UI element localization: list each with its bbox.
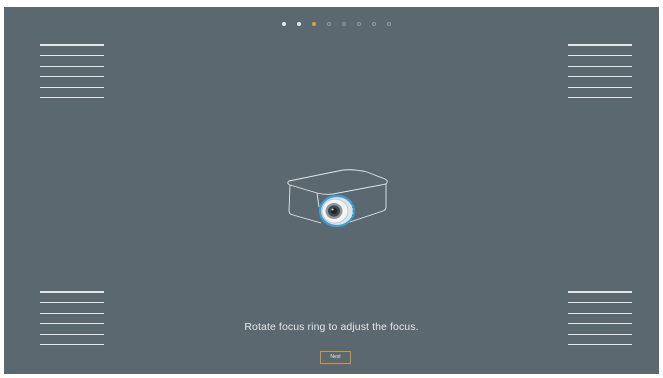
projector-icon <box>287 169 388 228</box>
pagination-dot <box>357 22 361 26</box>
focus-pattern-top-left <box>40 44 104 98</box>
instruction-text: Rotate focus ring to adjust the focus. <box>244 321 419 333</box>
pagination-dot <box>297 22 301 26</box>
pagination-dot <box>327 22 331 26</box>
pagination-dot <box>342 22 346 26</box>
focus-pattern-bottom-left <box>40 291 104 345</box>
pagination-dots <box>282 22 391 26</box>
next-button[interactable]: Next <box>320 351 351 364</box>
pagination-dot <box>387 22 391 26</box>
pagination-dot <box>282 22 286 26</box>
focus-pattern-top-right <box>568 44 632 98</box>
pagination-dot <box>312 22 316 26</box>
pagination-dot <box>372 22 376 26</box>
focus-pattern-bottom-right <box>568 291 632 345</box>
focus-adjust-screen: Rotate focus ring to adjust the focus. N… <box>4 7 659 374</box>
